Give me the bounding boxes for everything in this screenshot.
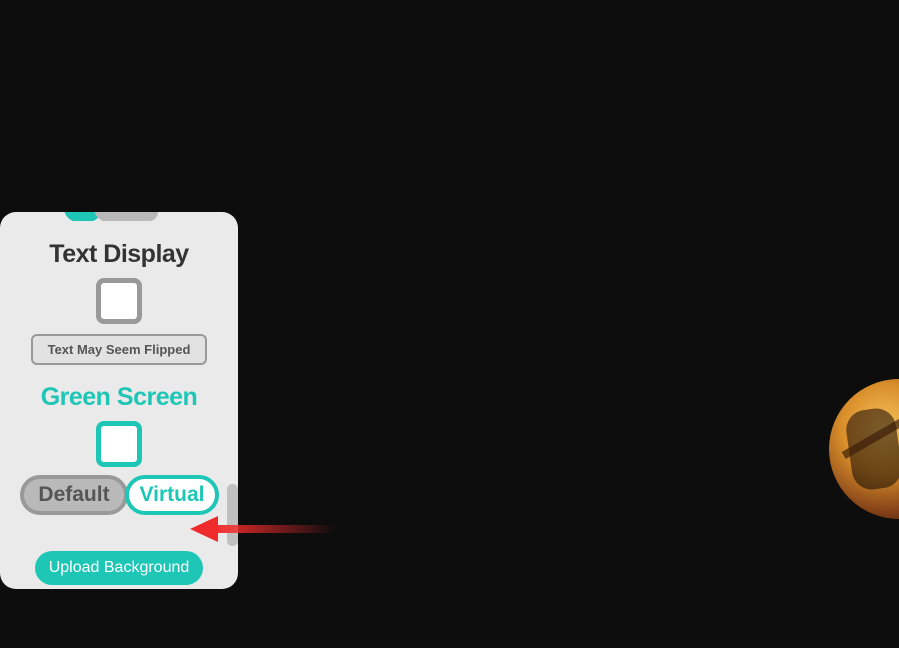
green-screen-title: Green Screen bbox=[0, 383, 238, 412]
previous-toggle-fragment bbox=[64, 212, 158, 221]
mode-default-button[interactable]: Default bbox=[20, 475, 128, 515]
text-display-checkbox[interactable] bbox=[96, 278, 142, 324]
upload-background-button[interactable]: Upload Background bbox=[35, 551, 204, 585]
text-display-title: Text Display bbox=[0, 240, 238, 269]
green-screen-mode-toggle: Default Virtual bbox=[20, 475, 218, 515]
green-screen-checkbox[interactable] bbox=[96, 421, 142, 467]
panel-scrollbar-thumb[interactable] bbox=[227, 484, 238, 546]
mode-virtual-button[interactable]: Virtual bbox=[125, 475, 219, 515]
settings-panel: Text Display Text May Seem Flipped Green… bbox=[0, 212, 238, 589]
user-avatar[interactable] bbox=[829, 379, 899, 519]
text-flipped-hint: Text May Seem Flipped bbox=[31, 334, 207, 365]
